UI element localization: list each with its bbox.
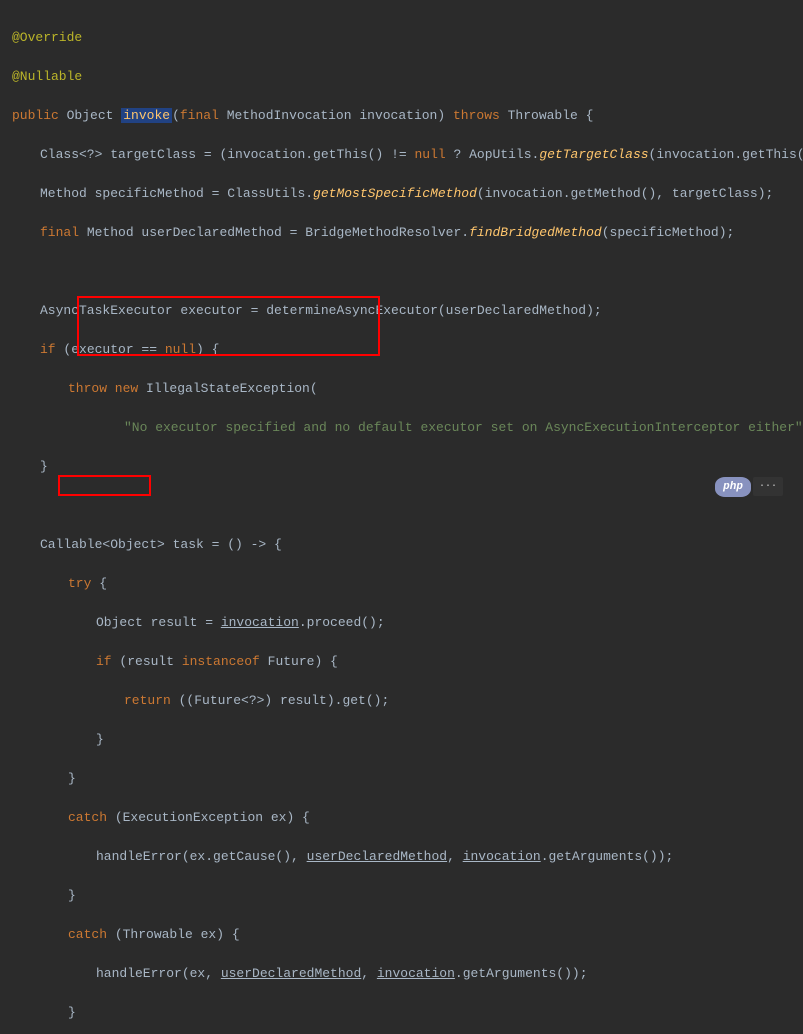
lparen: (	[172, 108, 180, 123]
annotation-nullable: @Nullable	[12, 69, 82, 84]
keyword-try: try	[68, 576, 91, 591]
keyword-public: public	[12, 108, 59, 123]
post-text: .getArguments());	[455, 966, 588, 981]
rbrace: }	[96, 732, 104, 747]
watermark: php ···	[715, 477, 783, 498]
keyword-return: return	[124, 693, 171, 708]
code-text: targetClass = (invocation.getThis() !=	[102, 147, 414, 162]
ternary-text: ? AopUtils.	[446, 147, 540, 162]
after-call: (invocation.getThis()) :	[649, 147, 803, 162]
mid-text: ,	[447, 849, 463, 864]
keyword-throw-new: throw new	[68, 381, 138, 396]
pre-text: Object result =	[96, 615, 221, 630]
null-keyword: null	[165, 342, 196, 357]
post-text: Future) {	[260, 654, 338, 669]
var-invocation: invocation	[463, 849, 541, 864]
post-text: (invocation.getMethod(), targetClass);	[477, 186, 773, 201]
cond-text: (executor ==	[56, 342, 165, 357]
pre-text: (result	[112, 654, 182, 669]
end-text: ) {	[196, 342, 219, 357]
post-text: .getArguments());	[541, 849, 674, 864]
var-userDeclaredMethod: userDeclaredMethod	[221, 966, 361, 981]
var-invocation: invocation	[377, 966, 455, 981]
method-name-invoke: invoke	[121, 108, 172, 123]
keyword-throws: throws	[453, 108, 500, 123]
rbrace: }	[68, 771, 76, 786]
keyword-catch: catch	[68, 810, 107, 825]
static-call-findBridgedMethod: findBridgedMethod	[469, 225, 602, 240]
php-logo: php	[715, 477, 751, 498]
keyword-if: if	[96, 654, 112, 669]
catch-body: (Throwable ex) {	[107, 927, 240, 942]
code-editor[interactable]: @Override @Nullable public Object invoke…	[12, 8, 791, 1034]
code-text: Method userDeclaredMethod = BridgeMethod…	[79, 225, 469, 240]
brace-text: {	[91, 576, 107, 591]
catch-body: (ExecutionException ex) {	[107, 810, 310, 825]
rparen: )	[437, 108, 445, 123]
annotation-override: @Override	[12, 30, 82, 45]
body-text: ((Future<?>) result).get();	[171, 693, 389, 708]
static-call-getMostSpecificMethod: getMostSpecificMethod	[313, 186, 477, 201]
exception-text: IllegalStateException(	[138, 381, 317, 396]
keyword-instanceof: instanceof	[182, 654, 260, 669]
keyword-if: if	[40, 342, 56, 357]
throws-type: Throwable	[508, 108, 578, 123]
rbrace: }	[68, 888, 76, 903]
var-invocation: invocation	[221, 615, 299, 630]
return-type: Object	[67, 108, 114, 123]
class-generic: Class<?>	[40, 147, 102, 162]
static-call-getTargetClass: getTargetClass	[539, 147, 648, 162]
watermark-text: ···	[753, 477, 783, 496]
param-name: invocation	[359, 108, 437, 123]
rbrace: }	[40, 459, 48, 474]
lbrace: {	[578, 108, 594, 123]
callable-text: Callable<Object> task = () -> {	[40, 537, 282, 552]
post-text: (specificMethod);	[602, 225, 735, 240]
param-type: MethodInvocation	[227, 108, 352, 123]
keyword-catch: catch	[68, 927, 107, 942]
keyword-final: final	[180, 108, 219, 123]
pre-text: handleError(ex,	[96, 966, 221, 981]
code-text: Method specificMethod = ClassUtils.	[40, 186, 313, 201]
null-keyword: null	[414, 147, 445, 162]
code-text: AsyncTaskExecutor executor = determineAs…	[40, 303, 602, 318]
var-userDeclaredMethod: userDeclaredMethod	[307, 849, 447, 864]
post-text: .proceed();	[299, 615, 385, 630]
keyword-final: final	[40, 225, 79, 240]
pre-text: handleError(ex.getCause(),	[96, 849, 307, 864]
string-literal: "No executor specified and no default ex…	[124, 420, 803, 435]
mid-text: ,	[361, 966, 377, 981]
rbrace: }	[68, 1005, 76, 1020]
